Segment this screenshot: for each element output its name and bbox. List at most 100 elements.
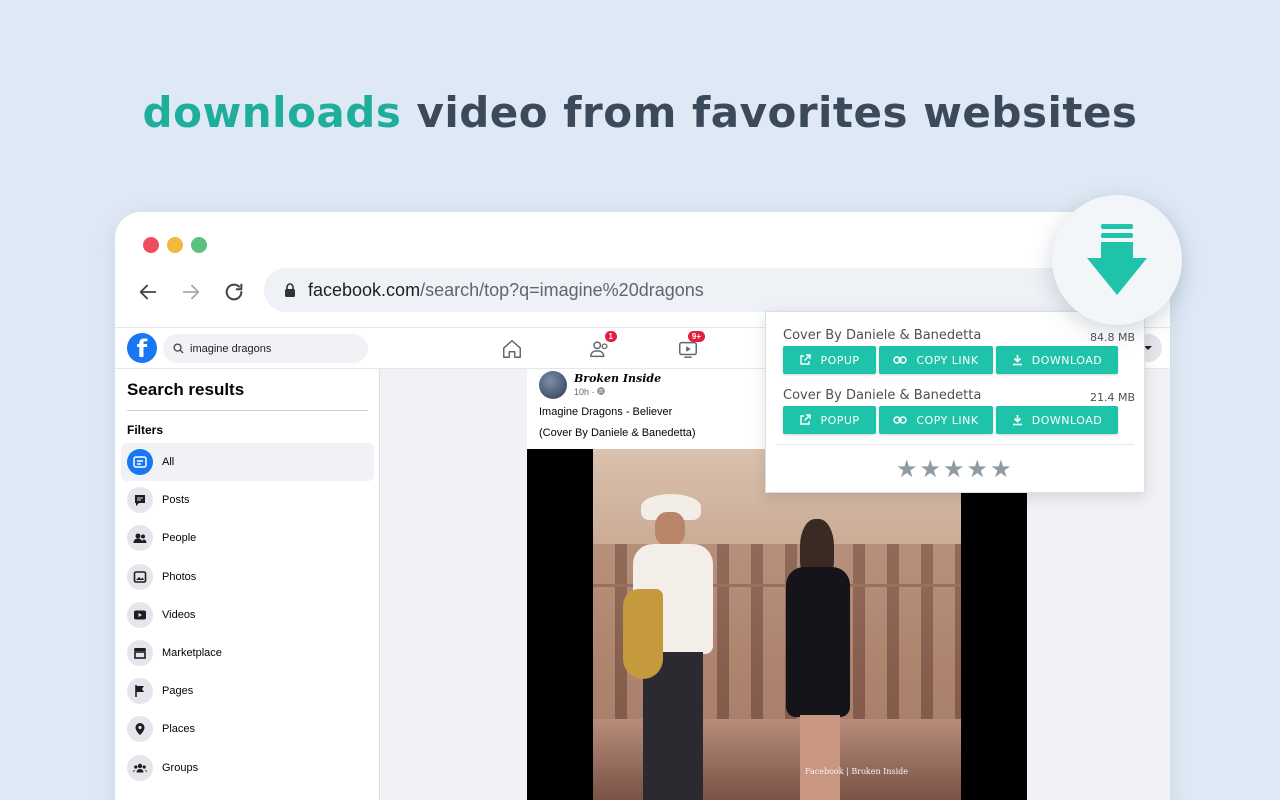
download-arrow-icon xyxy=(1087,224,1147,295)
filters-label: Filters xyxy=(127,423,164,437)
feed-icon xyxy=(127,449,153,476)
watch-badge: 9+ xyxy=(687,331,705,342)
photos-icon xyxy=(127,563,153,590)
avatar[interactable] xyxy=(539,371,567,399)
video-frame: Facebook | Broken Inside xyxy=(593,449,961,800)
browser-window: facebook.com/search/top?q=imagine%20drag… xyxy=(115,212,1170,800)
maximize-window-button[interactable] xyxy=(191,237,207,253)
video-watermark: Facebook | Broken Inside xyxy=(805,767,909,776)
copy-link-button-label: COPY LINK xyxy=(916,353,979,367)
friends-badge: 1 xyxy=(604,331,617,342)
headline-accent: downloads xyxy=(142,88,402,137)
filter-item-groups[interactable]: Groups xyxy=(121,749,374,787)
arrow-right-icon xyxy=(182,284,200,300)
download-button-label: DOWNLOAD xyxy=(1031,353,1103,367)
home-icon xyxy=(503,340,521,358)
watch-tab[interactable]: 9+ xyxy=(675,331,705,362)
download-button-label: DOWNLOAD xyxy=(1031,413,1103,427)
filter-label: Marketplace xyxy=(162,647,222,660)
download-item-actions: POPUP COPY LINK DOWNLOAD xyxy=(783,346,1118,374)
singer-figure xyxy=(778,519,858,800)
divider xyxy=(776,444,1134,445)
filter-item-pages[interactable]: Pages xyxy=(121,672,374,710)
video-player[interactable]: Facebook | Broken Inside xyxy=(527,449,1027,800)
window-controls xyxy=(143,237,207,253)
filter-item-videos[interactable]: Videos xyxy=(121,596,374,634)
copy-link-button[interactable]: COPY LINK xyxy=(879,406,993,434)
star-icon[interactable]: ★ xyxy=(943,457,965,481)
filter-item-marketplace[interactable]: Marketplace xyxy=(121,634,374,672)
saxophonist-figure xyxy=(623,494,713,800)
filter-item-photos[interactable]: Photos xyxy=(121,558,374,596)
popup-button[interactable]: POPUP xyxy=(783,406,876,434)
filter-label: Photos xyxy=(162,570,197,583)
downloader-popup: Cover By Daniele & Banedetta 84.8 MB POP… xyxy=(765,311,1145,493)
filter-label: All xyxy=(162,456,175,469)
download-item-actions: POPUP COPY LINK DOWNLOAD xyxy=(783,406,1118,434)
forward-button[interactable] xyxy=(177,278,205,306)
post-time: 10h · xyxy=(574,387,605,397)
link-icon xyxy=(893,356,908,364)
search-input[interactable]: imagine dragons xyxy=(163,334,368,363)
filter-label: Groups xyxy=(162,761,199,774)
globe-icon xyxy=(597,387,605,395)
star-icon[interactable]: ★ xyxy=(990,457,1012,481)
videos-icon xyxy=(127,601,153,628)
filter-item-people[interactable]: People xyxy=(121,519,374,557)
pages-flag-icon xyxy=(127,678,153,705)
filter-item-places[interactable]: Places xyxy=(121,710,374,748)
download-icon xyxy=(1012,415,1022,426)
rating-stars: ★ ★ ★ ★ ★ xyxy=(896,457,1012,481)
download-item-size: 84.8 MB xyxy=(1089,331,1135,344)
download-item-size: 21.4 MB xyxy=(1089,391,1135,404)
external-link-icon xyxy=(800,354,812,365)
facebook-logo-icon[interactable]: f xyxy=(127,333,157,363)
divider xyxy=(127,410,368,411)
star-icon[interactable]: ★ xyxy=(920,457,942,481)
search-sidebar: Search results Filters All Posts People … xyxy=(115,369,380,800)
search-value: imagine dragons xyxy=(190,342,272,355)
download-button[interactable]: DOWNLOAD xyxy=(996,406,1118,434)
filter-item-all[interactable]: All xyxy=(121,443,374,482)
filter-label: Places xyxy=(162,723,196,736)
popup-button-label: POPUP xyxy=(820,413,860,427)
filter-item-posts[interactable]: Posts xyxy=(121,481,374,519)
external-link-icon xyxy=(800,414,812,425)
post-author[interactable]: Broken Inside xyxy=(574,372,661,385)
back-button[interactable] xyxy=(134,278,162,306)
friends-tab[interactable]: 1 xyxy=(587,331,617,362)
url-path: /search/top?q=imagine%20dragons xyxy=(420,279,704,300)
reload-button[interactable] xyxy=(220,278,248,306)
filter-list: All Posts People Photos Videos Marketpla… xyxy=(121,443,374,787)
minimize-window-button[interactable] xyxy=(167,237,183,253)
people-icon xyxy=(127,525,153,552)
filter-label: Videos xyxy=(162,608,196,621)
groups-icon xyxy=(127,754,153,781)
home-tab[interactable] xyxy=(499,336,525,362)
filter-label: Pages xyxy=(162,685,194,698)
places-pin-icon xyxy=(127,716,153,743)
link-icon xyxy=(893,416,908,424)
close-window-button[interactable] xyxy=(143,237,159,253)
posts-icon xyxy=(127,487,153,514)
marketplace-icon xyxy=(127,640,153,667)
address-bar[interactable]: facebook.com/search/top?q=imagine%20drag… xyxy=(264,268,1164,312)
download-item-title: Cover By Daniele & Banedetta xyxy=(783,328,982,343)
popup-button-label: POPUP xyxy=(820,353,860,367)
star-icon[interactable]: ★ xyxy=(967,457,989,481)
sidebar-title: Search results xyxy=(127,380,245,399)
popup-button[interactable]: POPUP xyxy=(783,346,876,374)
url-host: facebook.com xyxy=(308,279,421,300)
post-time-text: 10h · xyxy=(574,387,598,397)
headline: downloads video from favorites websites xyxy=(0,88,1280,137)
star-icon[interactable]: ★ xyxy=(896,457,918,481)
extension-download-button[interactable] xyxy=(1052,195,1182,325)
lock-icon xyxy=(284,282,296,298)
post-text: (Cover By Daniele & Banedetta) xyxy=(539,427,696,439)
copy-link-button[interactable]: COPY LINK xyxy=(879,346,993,374)
filter-label: People xyxy=(162,532,197,545)
arrow-left-icon xyxy=(139,284,157,300)
reload-icon xyxy=(225,283,243,301)
headline-rest: video from favorites websites xyxy=(401,88,1138,137)
download-button[interactable]: DOWNLOAD xyxy=(996,346,1118,374)
